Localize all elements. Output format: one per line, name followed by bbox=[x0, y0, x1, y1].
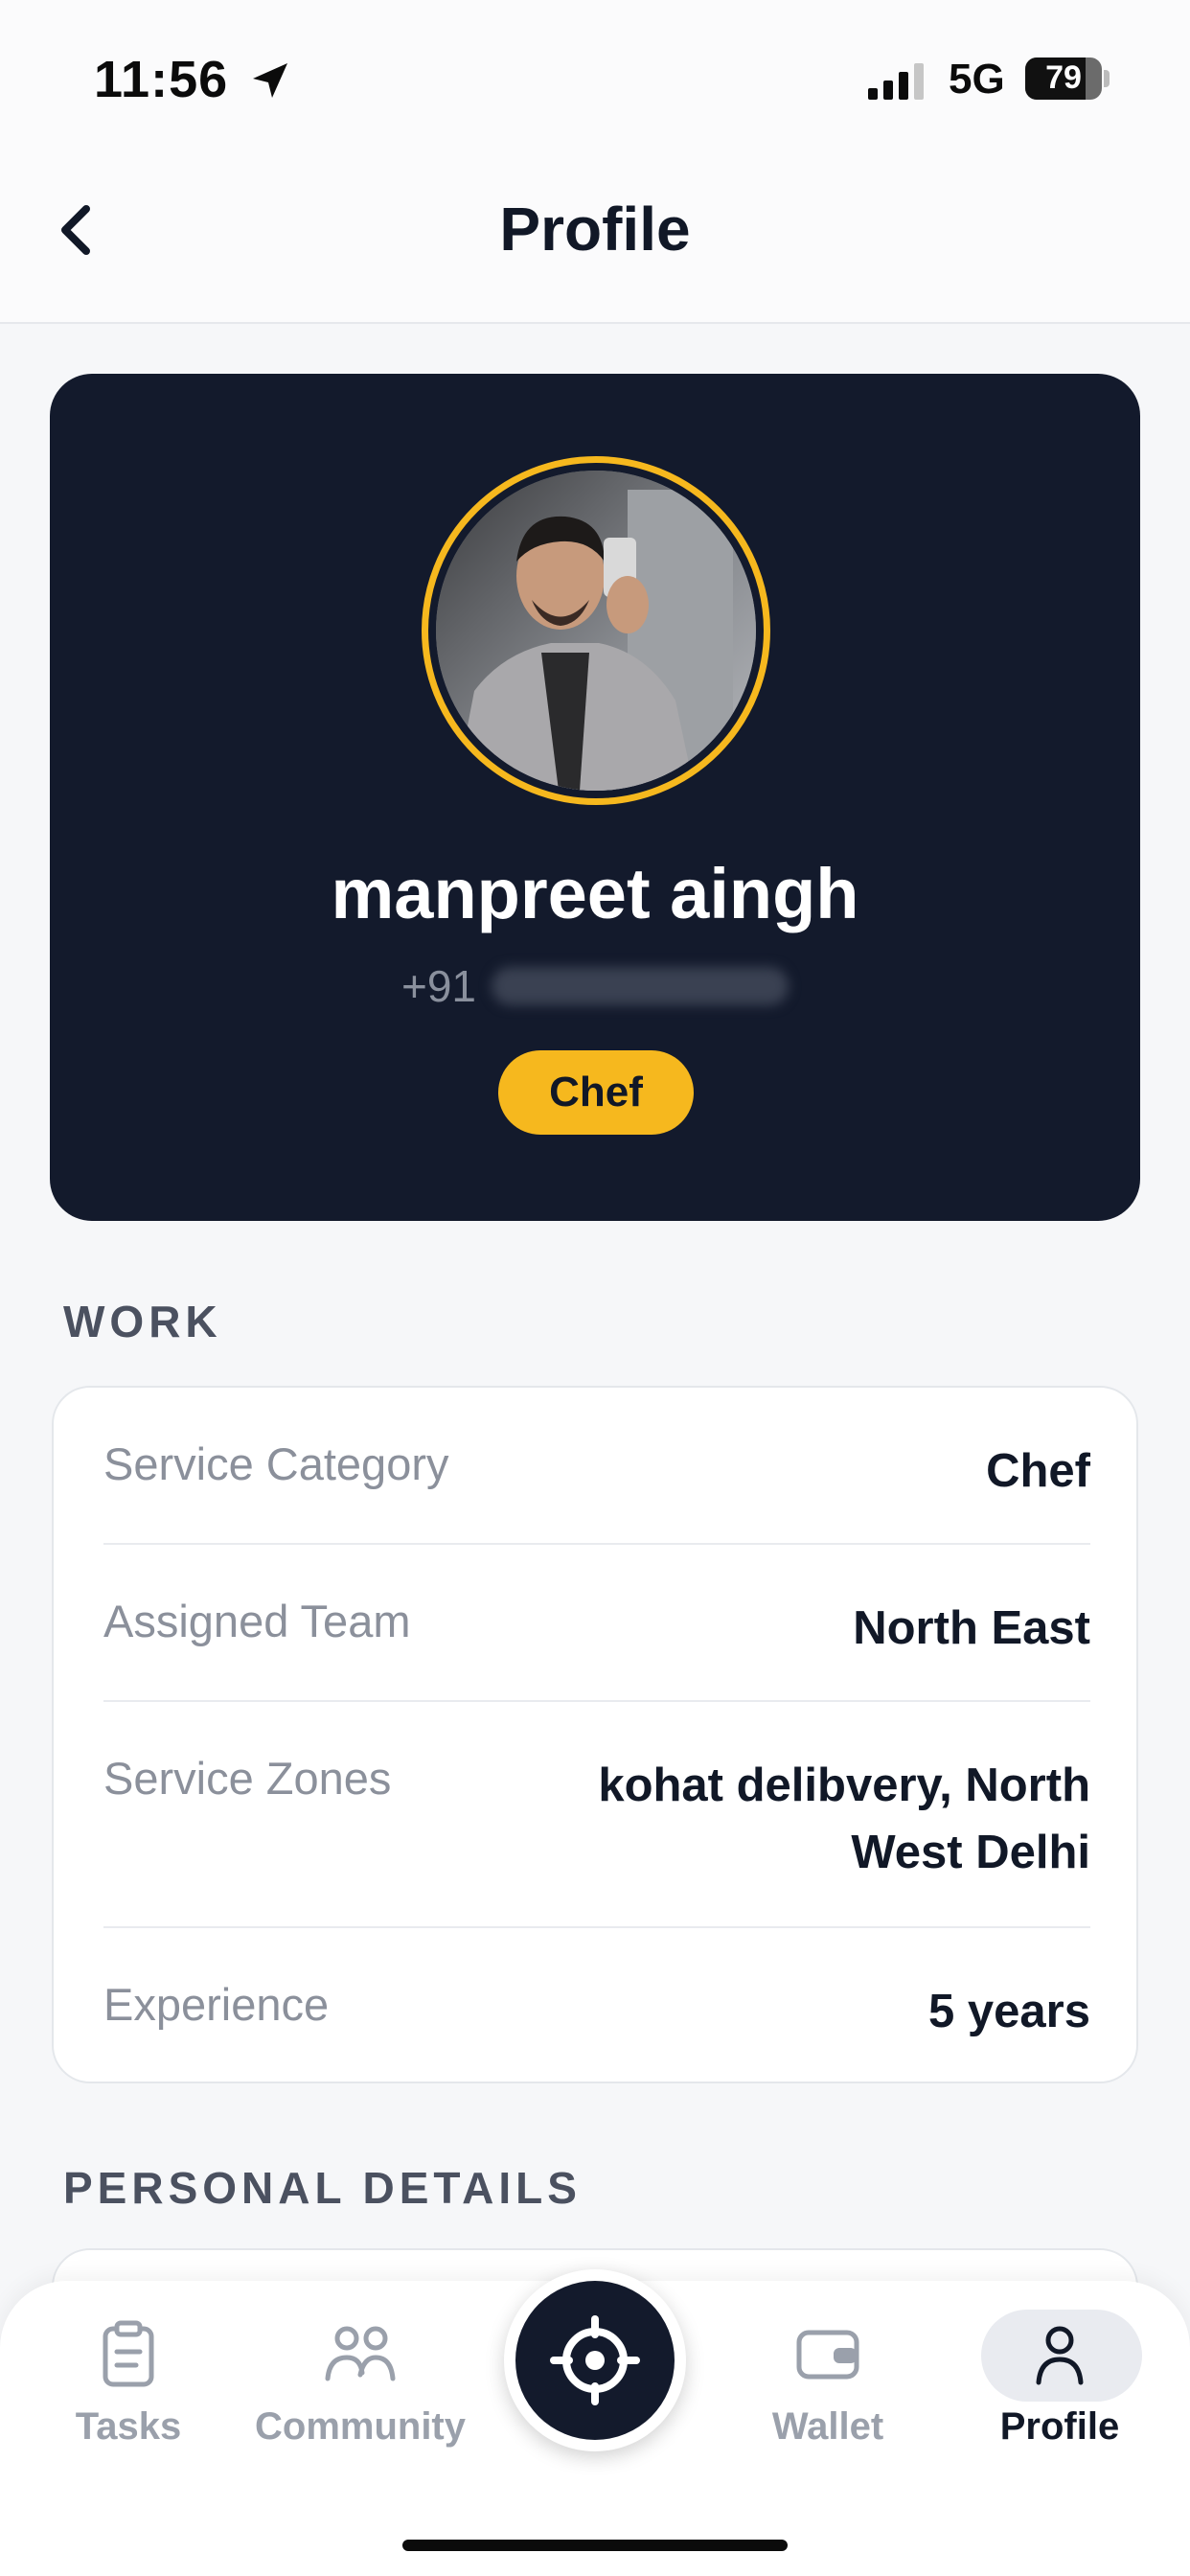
network-label: 5G bbox=[949, 56, 1005, 103]
tab-tasks[interactable]: Tasks bbox=[33, 2319, 224, 2482]
tab-profile[interactable]: Profile bbox=[964, 2319, 1156, 2482]
home-indicator bbox=[402, 2540, 788, 2551]
info-row-service-zones: Service Zones kohat delibvery, North Wes… bbox=[103, 1752, 1090, 1886]
info-label: Experience bbox=[103, 1979, 330, 2030]
tab-community[interactable]: Community bbox=[245, 2319, 475, 2482]
status-bar: 11:56 5G 79 bbox=[0, 0, 1190, 153]
row-divider bbox=[103, 1700, 1090, 1702]
battery-level-text: 79 bbox=[1045, 59, 1082, 96]
info-row-experience: Experience 5 years bbox=[103, 1978, 1090, 2045]
page-title: Profile bbox=[499, 195, 691, 264]
center-action-button[interactable] bbox=[504, 2269, 686, 2451]
battery-cap bbox=[1104, 70, 1110, 87]
center-action-inner bbox=[515, 2281, 675, 2440]
profile-card: manpreet aingh +91 Chef bbox=[50, 374, 1140, 1221]
header: Profile bbox=[0, 153, 1190, 324]
battery-icon: 79 bbox=[1025, 58, 1110, 100]
phone-number: +91 bbox=[50, 956, 1140, 1012]
info-value: 5 years bbox=[928, 1986, 1090, 2037]
info-row-service-category: Service Category Chef bbox=[103, 1438, 1090, 1505]
info-row-assigned-team: Assigned Team North East bbox=[103, 1595, 1090, 1662]
work-section-title: WORK bbox=[63, 1297, 222, 1346]
role-badge: Chef bbox=[498, 1050, 694, 1135]
chevron-left-icon bbox=[61, 205, 90, 255]
info-value-line: kohat delibvery, North bbox=[598, 1760, 1090, 1811]
info-value: Chef bbox=[986, 1445, 1090, 1497]
row-divider bbox=[103, 1543, 1090, 1545]
profile-photo bbox=[436, 471, 756, 791]
tab-label: Tasks bbox=[75, 2405, 182, 2448]
tab-label: Wallet bbox=[771, 2405, 884, 2448]
tab-label: Community bbox=[255, 2405, 466, 2448]
row-divider bbox=[103, 1926, 1090, 1928]
info-label: Service Zones bbox=[103, 1753, 392, 1804]
clipboard-icon bbox=[103, 2320, 154, 2387]
info-label: Service Category bbox=[103, 1438, 449, 1489]
info-value-line: West Delhi bbox=[851, 1827, 1090, 1878]
wallet-icon bbox=[796, 2330, 859, 2380]
crosshair-icon bbox=[550, 2315, 640, 2405]
signal-bars-icon bbox=[868, 63, 924, 100]
profile-name: manpreet aingh bbox=[331, 854, 859, 933]
phone-number-redacted bbox=[492, 966, 790, 1005]
tab-wallet[interactable]: Wallet bbox=[732, 2319, 924, 2482]
status-time: 11:56 bbox=[94, 51, 229, 108]
profile-screen: 11:56 5G 79 Profile manpreet aingh +91 C… bbox=[0, 0, 1190, 2576]
work-card: Service Category Chef Assigned Team Nort… bbox=[52, 1386, 1138, 2083]
person-icon bbox=[1036, 2326, 1084, 2385]
personal-details-section-title: PERSONAL DETAILS bbox=[63, 2163, 582, 2213]
tab-label: Profile bbox=[999, 2405, 1120, 2448]
avatar[interactable] bbox=[422, 456, 770, 805]
bottom-tab-bar: Tasks Community Wallet Profile bbox=[0, 2269, 1190, 2576]
phone-country-code: +91 bbox=[400, 960, 477, 1011]
back-button[interactable] bbox=[48, 192, 115, 268]
people-icon bbox=[325, 2326, 396, 2381]
info-label: Assigned Team bbox=[103, 1596, 411, 1646]
info-value: North East bbox=[853, 1602, 1090, 1654]
profile-photo-illustration bbox=[436, 471, 756, 791]
location-arrow-icon bbox=[253, 63, 287, 98]
info-value: kohat delibvery, North West Delhi bbox=[598, 1752, 1090, 1886]
